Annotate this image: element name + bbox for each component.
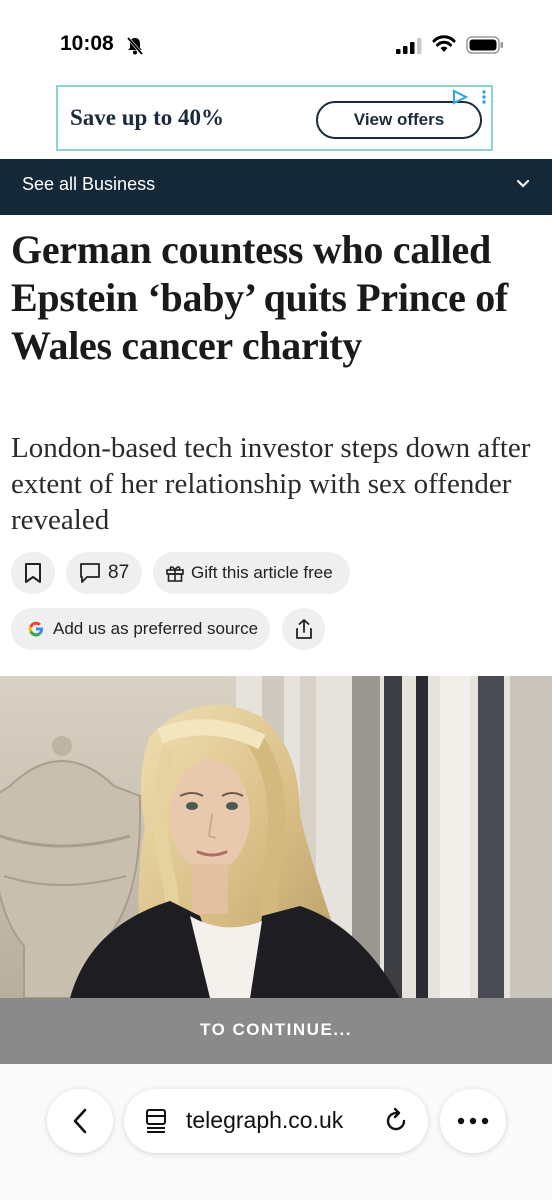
status-bar: 10:08	[0, 0, 552, 78]
ad-choices-icon[interactable]	[451, 89, 469, 105]
signal-icon	[396, 38, 422, 54]
ad-banner[interactable]: Save up to 40% View offers	[56, 85, 493, 151]
browser-toolbar: telegraph.co.uk	[0, 1064, 552, 1200]
gift-article-button[interactable]: Gift this article free	[153, 552, 350, 594]
article-headline: German countess who called Epstein ‘baby…	[11, 227, 508, 368]
more-icon	[457, 1117, 489, 1125]
battery-icon	[466, 36, 503, 54]
section-nav-bar[interactable]: See all Business	[0, 159, 552, 215]
preferred-source-button[interactable]: Add us as preferred source	[11, 608, 270, 650]
comments-button[interactable]: 87	[66, 552, 142, 594]
bell-slash-icon	[126, 37, 144, 55]
gift-icon	[166, 566, 184, 582]
bookmark-icon	[25, 563, 41, 583]
more-options-button[interactable]	[440, 1089, 506, 1153]
reload-icon[interactable]	[384, 1107, 410, 1135]
gift-article-label: Gift this article free	[191, 563, 333, 582]
bookmark-button[interactable]	[11, 552, 55, 594]
section-nav-label: See all Business	[22, 174, 156, 194]
back-button[interactable]	[47, 1089, 113, 1153]
status-time: 10:08	[60, 32, 114, 55]
comment-count: 87	[108, 562, 130, 583]
google-icon	[28, 621, 43, 637]
preferred-source-label: Add us as preferred source	[53, 619, 259, 638]
article-hero-image	[0, 676, 552, 998]
share-icon	[295, 619, 312, 639]
url-text: telegraph.co.uk	[186, 1107, 344, 1133]
wifi-icon	[432, 35, 456, 52]
address-bar[interactable]: telegraph.co.uk	[124, 1089, 428, 1153]
tabs-icon[interactable]	[144, 1108, 168, 1134]
paywall-banner[interactable]: TO CONTINUE...	[0, 998, 552, 1064]
paywall-label: TO CONTINUE...	[200, 1020, 352, 1039]
ad-menu-icon[interactable]	[481, 89, 487, 105]
back-icon	[73, 1108, 87, 1134]
chevron-down-icon[interactable]	[516, 179, 530, 189]
view-offers-button[interactable]: View offers	[316, 101, 482, 139]
comment-icon	[80, 563, 100, 583]
article-standfirst: London-based tech investor steps down af…	[11, 432, 531, 536]
ad-text: Save up to 40%	[70, 105, 224, 130]
hero-illustration	[0, 676, 552, 998]
share-button[interactable]	[282, 608, 325, 650]
